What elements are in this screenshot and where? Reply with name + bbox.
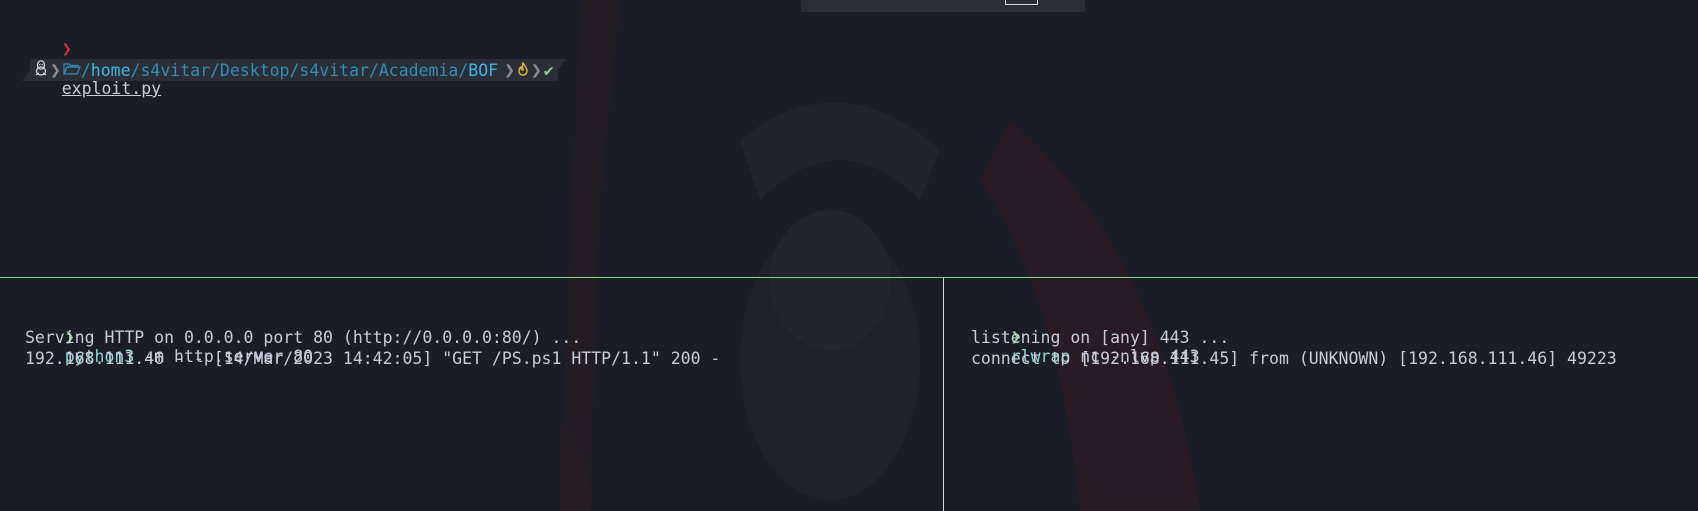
terminal-pane-top[interactable]: ❯ python3 exploit.py ❯: [0, 0, 1698, 277]
powerline-end: [557, 59, 566, 81]
powerline-segment: ❯ / home/s4vitar/Desktop/s4vitar/Academia…: [30, 59, 558, 81]
chevron-right-icon: ❯: [530, 59, 542, 81]
path-home: home: [90, 60, 131, 80]
powerline-start: [22, 59, 30, 81]
command-argument[interactable]: exploit.py: [62, 79, 161, 98]
folder-open-icon: [62, 61, 81, 80]
fire-icon: [517, 61, 529, 80]
status-ok-icon: ✔: [543, 60, 554, 80]
chevron-right-icon: ❯: [504, 59, 515, 81]
output-line: 192.168.111.46 - - [14/Mar/2023 14:42:05…: [25, 349, 721, 368]
linux-icon: [34, 60, 48, 80]
path-current: BOF: [468, 60, 499, 80]
chevron-right-icon: ❯: [50, 59, 61, 81]
terminal-pane-bottom-right[interactable]: ❯ rlwrap nc -nlvp 443 listening on [any]…: [944, 278, 1698, 511]
output-line: Serving HTTP on 0.0.0.0 port 80 (http://…: [25, 328, 582, 347]
path-separator: /: [80, 60, 91, 80]
prompt-symbol: ❯: [61, 39, 72, 58]
output-line: connect to [192.168.111.45] from (UNKNOW…: [971, 349, 1617, 368]
powerline-prompt: ❯ / home/s4vitar/Desktop/s4vitar/Academia…: [22, 59, 566, 81]
path-middle: /s4vitar/Desktop/s4vitar/Academia/: [130, 60, 469, 80]
output-line: listening on [any] 443 ...: [971, 328, 1230, 347]
terminal-pane-bottom-left[interactable]: ❯ python3 -m http.server 80 Serving HTTP…: [0, 278, 943, 511]
